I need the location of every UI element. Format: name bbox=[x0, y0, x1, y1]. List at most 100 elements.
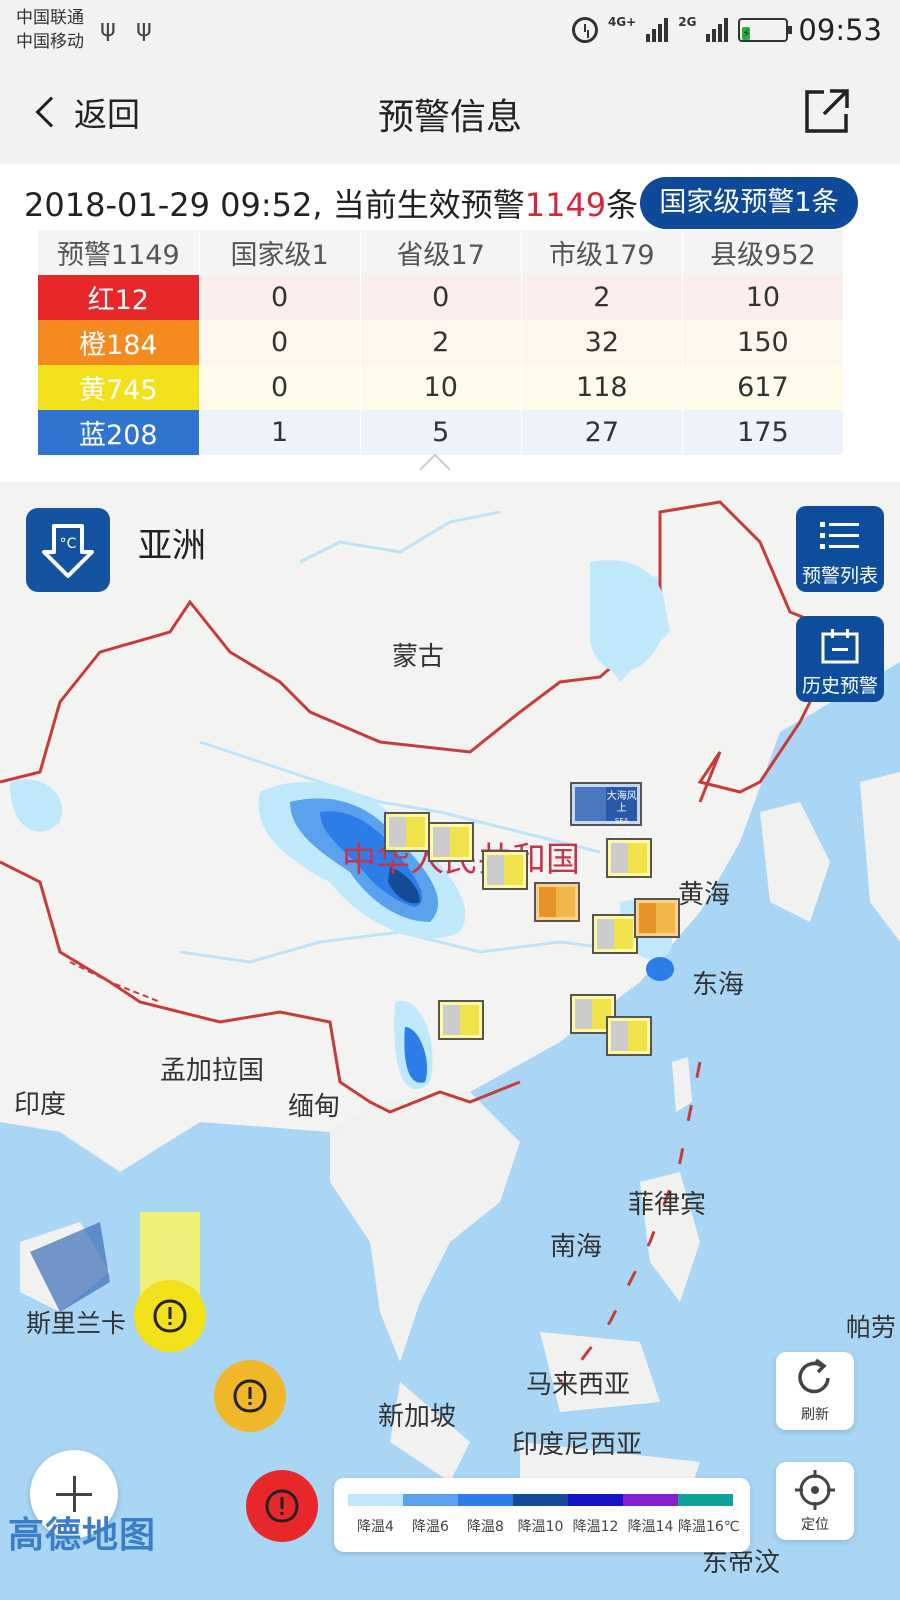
legend-label: 降温12 bbox=[572, 1519, 619, 1535]
summary-count: 1149 bbox=[524, 186, 607, 224]
table-header: 国家级1 bbox=[199, 230, 361, 275]
level-yellow-label: 黄745 bbox=[38, 365, 200, 410]
table-cell: 0 bbox=[199, 320, 361, 365]
legend-label: 降温6 bbox=[412, 1519, 449, 1535]
table-cell: 0 bbox=[199, 365, 361, 410]
warning-marker[interactable] bbox=[606, 1016, 652, 1056]
warning-summary: 2018-01-29 09:52, 当前生效预警1149条 国家级预警1条 预警… bbox=[0, 164, 900, 485]
warning-marker[interactable] bbox=[384, 812, 430, 852]
status-right: 4G+ 2G ⚡ 09:53 bbox=[571, 10, 882, 50]
table-row-red[interactable]: 红12 0 0 2 10 bbox=[38, 275, 845, 320]
orange-alert-button[interactable] bbox=[214, 1360, 286, 1432]
national-warning-badge[interactable]: 国家级预警1条 bbox=[640, 177, 858, 229]
locate-button[interactable]: 定位 bbox=[776, 1462, 854, 1540]
legend-swatch bbox=[403, 1494, 458, 1506]
share-icon[interactable] bbox=[802, 86, 852, 136]
history-warning-label: 历史预警 bbox=[801, 675, 878, 697]
table-cell: 617 bbox=[682, 365, 845, 410]
legend-swatch bbox=[568, 1494, 623, 1506]
signal-icon bbox=[706, 18, 729, 42]
warning-list-button[interactable]: 预警列表 bbox=[796, 506, 884, 592]
warning-icon bbox=[265, 1489, 299, 1523]
legend-swatch bbox=[458, 1494, 513, 1506]
label-malaysia: 马来西亚 bbox=[526, 1370, 631, 1400]
table-row-blue[interactable]: 蓝208 1 5 27 175 bbox=[38, 410, 845, 455]
river bbox=[179, 930, 641, 964]
legend-labels: 降温4 降温6 降温8 降温10 降温12 降温14 降温16℃ bbox=[348, 1516, 740, 1536]
table-cell: 118 bbox=[521, 365, 683, 410]
warning-marker[interactable] bbox=[428, 822, 474, 862]
legend-swatch bbox=[678, 1494, 733, 1506]
red-alert-button[interactable] bbox=[246, 1470, 318, 1542]
network-type-1: 4G+ bbox=[607, 15, 637, 29]
summary-datetime: 2018-01-29 09:52, 当前生效预警 bbox=[24, 186, 525, 224]
table-cell: 0 bbox=[199, 275, 361, 320]
refresh-icon bbox=[798, 1358, 830, 1394]
legend-color-bar bbox=[348, 1494, 733, 1506]
cooling-legend: 降温4 降温6 降温8 降温10 降温12 降温14 降温16℃ bbox=[334, 1478, 750, 1552]
amap-logo: 高德地图 bbox=[8, 1515, 157, 1556]
label-palau: 帕劳 bbox=[846, 1313, 897, 1342]
table-header: 预警1149 bbox=[38, 230, 200, 275]
table-row-yellow[interactable]: 黄745 0 10 118 617 bbox=[38, 365, 845, 410]
status-time: 09:53 bbox=[798, 13, 882, 47]
legend-swatch bbox=[623, 1494, 678, 1506]
label-singapore: 新加坡 bbox=[378, 1402, 457, 1432]
summary-line: 2018-01-29 09:52, 当前生效预警1149条 bbox=[24, 180, 638, 226]
warning-marker[interactable] bbox=[438, 1000, 484, 1040]
table-cell: 150 bbox=[682, 320, 845, 365]
locate-label: 定位 bbox=[801, 1517, 829, 1533]
signal-icon bbox=[646, 18, 669, 42]
label-yellow-sea: 黄海 bbox=[678, 880, 731, 910]
svg-text:°C: °C bbox=[60, 536, 77, 552]
warning-icon bbox=[153, 1299, 187, 1333]
level-blue-label: 蓝208 bbox=[38, 410, 200, 455]
warning-marker[interactable] bbox=[482, 850, 528, 890]
label-indonesia: 印度尼西亚 bbox=[512, 1430, 643, 1460]
refresh-button[interactable]: 刷新 bbox=[776, 1352, 854, 1430]
table-cell: 5 bbox=[360, 410, 522, 455]
usb-icon: ψ bbox=[100, 14, 116, 42]
legend-label: 降温10 bbox=[517, 1519, 564, 1535]
disputed-border bbox=[69, 961, 161, 1003]
history-warning-button[interactable]: 历史预警 bbox=[796, 616, 884, 702]
warning-list-label: 预警列表 bbox=[801, 565, 878, 587]
sea-gale-marker[interactable]: 大海风上 SEA GALE bbox=[570, 782, 642, 837]
alarm-icon bbox=[571, 17, 598, 43]
sea-gale-label: 大海风上 bbox=[606, 791, 637, 814]
warning-marker[interactable] bbox=[606, 838, 652, 878]
table-header: 市级179 bbox=[521, 230, 683, 275]
table-cell: 2 bbox=[360, 320, 522, 365]
usb-icon: ψ bbox=[136, 14, 152, 42]
warning-marker[interactable] bbox=[592, 914, 638, 954]
battery-icon: ⚡ bbox=[738, 18, 793, 42]
warning-marker-orange[interactable] bbox=[634, 898, 680, 938]
list-icon bbox=[820, 522, 859, 549]
yellow-alert-button[interactable] bbox=[134, 1280, 206, 1352]
temperature-layer-button[interactable]: °C bbox=[26, 508, 110, 592]
table-cell: 0 bbox=[360, 275, 522, 320]
table-cell: 27 bbox=[521, 410, 683, 455]
collapse-caret-icon[interactable] bbox=[419, 453, 451, 485]
warning-marker-orange[interactable] bbox=[534, 882, 580, 922]
calendar-icon bbox=[821, 629, 859, 664]
level-red-label: 红12 bbox=[38, 275, 200, 320]
warning-stats-table: 预警1149 国家级1 省级17 市级179 县级952 红12 0 0 2 1… bbox=[38, 230, 845, 455]
label-philippines: 菲律宾 bbox=[628, 1190, 707, 1220]
table-cell: 175 bbox=[682, 410, 845, 455]
label-mongolia: 蒙古 bbox=[392, 642, 445, 672]
legend-label: 降温8 bbox=[467, 1519, 504, 1535]
legend-label: 降温4 bbox=[357, 1519, 394, 1535]
label-myanmar: 缅甸 bbox=[288, 1092, 341, 1122]
summary-suffix: 条 bbox=[606, 186, 639, 224]
refresh-label: 刷新 bbox=[801, 1407, 829, 1423]
table-cell: 32 bbox=[521, 320, 683, 365]
river bbox=[299, 510, 501, 564]
map-view[interactable]: 蒙古 中华人民共和国 黄海 东海 孟加拉国 印度 缅甸 菲律宾 南海 斯里兰卡 … bbox=[0, 482, 900, 1600]
legend-label: 降温16℃ bbox=[678, 1519, 740, 1535]
status-bar: 中国联通 中国移动 ψ ψ 4G+ 2G ⚡ 09:53 bbox=[0, 0, 900, 62]
page-title: 预警信息 bbox=[377, 97, 522, 138]
label-india: 印度 bbox=[14, 1090, 67, 1120]
table-row-orange[interactable]: 橙184 0 2 32 150 bbox=[38, 320, 845, 365]
warning-icon bbox=[233, 1379, 267, 1413]
